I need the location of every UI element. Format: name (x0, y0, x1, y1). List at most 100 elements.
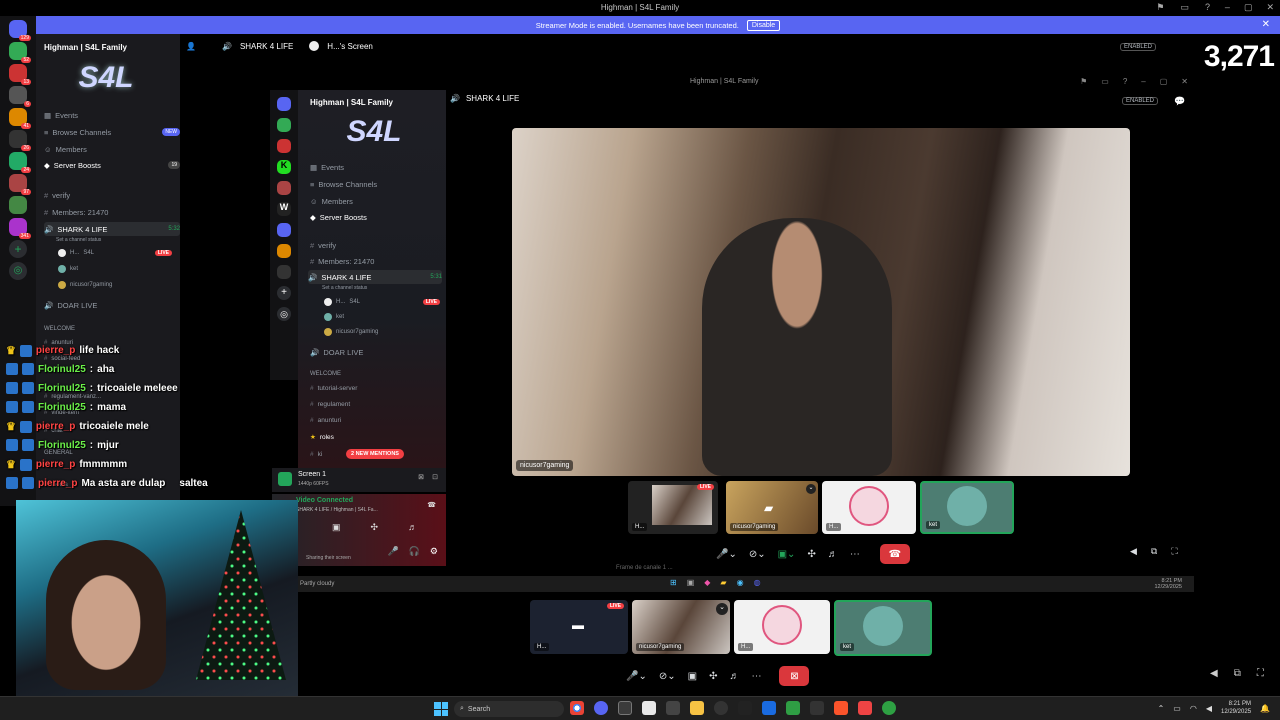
voice-user[interactable]: nicusor7gaming (58, 278, 112, 292)
server-icon[interactable]: 52 (9, 42, 31, 63)
more-icon[interactable]: ⋯ (850, 549, 860, 560)
voice-user[interactable]: H... S4L LIVE (58, 246, 172, 260)
add-server-icon[interactable]: + (277, 286, 291, 300)
participant-tile[interactable]: LIVE H... (628, 481, 718, 534)
volume-icon[interactable]: ◀ (1206, 704, 1212, 713)
server-icon[interactable]: K (277, 160, 291, 174)
voice-status[interactable]: Set a channel status (322, 281, 367, 295)
pin-icon[interactable]: ⚑ (1080, 77, 1087, 86)
settings-icon[interactable]: ⚙ (430, 546, 438, 557)
server-boosts-item[interactable]: ◆ Server Boosts (310, 210, 367, 224)
voice-user[interactable]: ket (324, 310, 344, 324)
capcut-icon[interactable] (642, 701, 656, 715)
server-icon[interactable] (277, 244, 291, 258)
maximize-button[interactable]: ▢ (1244, 2, 1253, 13)
app-icon[interactable] (858, 701, 872, 715)
pin-icon[interactable]: ⚑ (1156, 2, 1164, 13)
close-button[interactable]: ✕ (1181, 77, 1188, 86)
fullscreen-icon[interactable]: ⛶ (1171, 546, 1177, 557)
server-icon[interactable] (277, 139, 291, 153)
members-item[interactable]: ☺ Members (310, 194, 353, 208)
disconnect-icon[interactable]: ☎ (427, 501, 436, 509)
brave-icon[interactable] (834, 701, 848, 715)
soundboard-icon[interactable]: ♬ (729, 671, 739, 682)
participant-tile[interactable]: ket (920, 481, 1014, 534)
header-channel[interactable]: SHARK 4 LIFE (466, 94, 519, 103)
discord-icon[interactable]: ◍ (754, 578, 761, 587)
add-member-icon[interactable]: 👤 (186, 42, 196, 51)
mic-icon[interactable]: 🎤 (387, 546, 398, 557)
app-icon[interactable]: ◆ (704, 578, 710, 587)
start-button[interactable] (434, 702, 448, 716)
stop-share-icon[interactable]: ⊠ (418, 473, 424, 481)
camera-icon[interactable]: ▣ (332, 522, 341, 533)
close-banner-icon[interactable]: ✕ (1262, 19, 1270, 30)
app-icon[interactable] (618, 701, 632, 715)
browse-channels-item[interactable]: ≡ Browse Channels (310, 177, 377, 191)
server-icon[interactable] (277, 223, 291, 237)
edge-icon[interactable] (762, 701, 776, 715)
voice-user[interactable]: H... S4L LIVE (324, 295, 440, 309)
headphones-icon[interactable]: 🎧 (409, 546, 420, 557)
chrome-icon[interactable] (570, 701, 584, 715)
chevron-up-icon[interactable]: ⌃ (1158, 704, 1165, 713)
server-icon[interactable]: 97 (9, 174, 31, 195)
voice-channel-doar-live[interactable]: 🔊 DOAR LIVE (310, 345, 363, 359)
activity-icon[interactable]: ✣ (709, 671, 717, 682)
server-icon[interactable] (277, 118, 291, 132)
home-icon[interactable] (277, 97, 291, 111)
participant-tile[interactable]: H... (734, 600, 830, 654)
voice-user[interactable]: nicusor7gaming (324, 325, 378, 339)
channel-member-count[interactable]: # Members: 21470 (310, 254, 374, 268)
category-welcome[interactable]: WELCOME (44, 322, 75, 336)
connection-status[interactable]: Video Connected (296, 497, 353, 504)
wifi-icon[interactable]: ◠ (1190, 704, 1197, 713)
channel-tutorial[interactable]: # tutorial-server (310, 381, 357, 395)
server-icon[interactable]: 341 (9, 218, 31, 239)
app-icon[interactable] (714, 701, 728, 715)
channel-verify[interactable]: # verify (310, 238, 336, 252)
minimize-button[interactable]: – (1225, 2, 1230, 13)
chevron-down-icon[interactable]: ⌄ (716, 603, 728, 615)
connection-channel[interactable]: SHARK 4 LIFE / Highman | S4L Fa... (296, 507, 378, 513)
excel-icon[interactable] (786, 701, 800, 715)
server-icon[interactable] (277, 181, 291, 195)
volume-icon[interactable]: ◀ (1210, 668, 1218, 679)
participant-tile[interactable]: ▬ LIVE H... (530, 600, 628, 654)
help-icon[interactable]: ? (1123, 77, 1127, 86)
chat-icon[interactable]: 💬 (1174, 96, 1185, 107)
end-call-button[interactable]: ☎ (879, 544, 910, 564)
server-icon[interactable]: W (277, 202, 291, 216)
steam-icon[interactable]: ◉ (737, 578, 744, 587)
server-icon[interactable] (277, 265, 291, 279)
members-item[interactable]: ☺ Members (44, 142, 87, 156)
mic-icon[interactable]: 🎤⌄ (716, 549, 737, 560)
voice-user[interactable]: ket (58, 262, 78, 276)
folder-icon[interactable] (690, 701, 704, 715)
app-icon[interactable] (666, 701, 680, 715)
server-boosts-item[interactable]: ◆ Server Boosts 19 (44, 158, 180, 172)
channel-member-count[interactable]: # Members: 21470 (44, 205, 108, 219)
soundboard-icon[interactable]: ♬ (408, 522, 417, 533)
volume-icon[interactable]: ◀ (1130, 546, 1137, 557)
new-mentions-badge[interactable]: 2 NEW MENTIONS (346, 449, 404, 459)
participant-tile[interactable]: ket (834, 600, 932, 656)
discover-icon[interactable]: ◎ (9, 262, 27, 280)
server-icon[interactable]: 13 (9, 64, 31, 85)
popout-icon[interactable]: ⧉ (1151, 546, 1157, 557)
maximize-button[interactable]: ▢ (1160, 77, 1168, 86)
main-video-stream[interactable]: nicusor7gaming (512, 128, 1130, 476)
server-icon[interactable]: 41 (9, 108, 31, 129)
channel-regulament[interactable]: # regulament (310, 397, 350, 411)
mic-icon[interactable]: 🎤⌄ (626, 671, 647, 682)
taskview-icon[interactable]: ▣ (687, 578, 695, 587)
discover-icon[interactable]: ◎ (277, 307, 291, 321)
browse-channels-item[interactable]: ≡ Browse Channels NEW (44, 125, 180, 139)
notifications-icon[interactable]: 🔔 (1260, 704, 1270, 713)
header-screen[interactable]: H...'s Screen (327, 42, 373, 51)
minimize-button[interactable]: – (1141, 77, 1145, 86)
events-item[interactable]: ▦ Events (310, 160, 344, 174)
discord-icon[interactable] (594, 701, 608, 715)
capcut-icon[interactable] (738, 701, 752, 715)
screen-share-icon[interactable]: ▣ (688, 671, 697, 682)
